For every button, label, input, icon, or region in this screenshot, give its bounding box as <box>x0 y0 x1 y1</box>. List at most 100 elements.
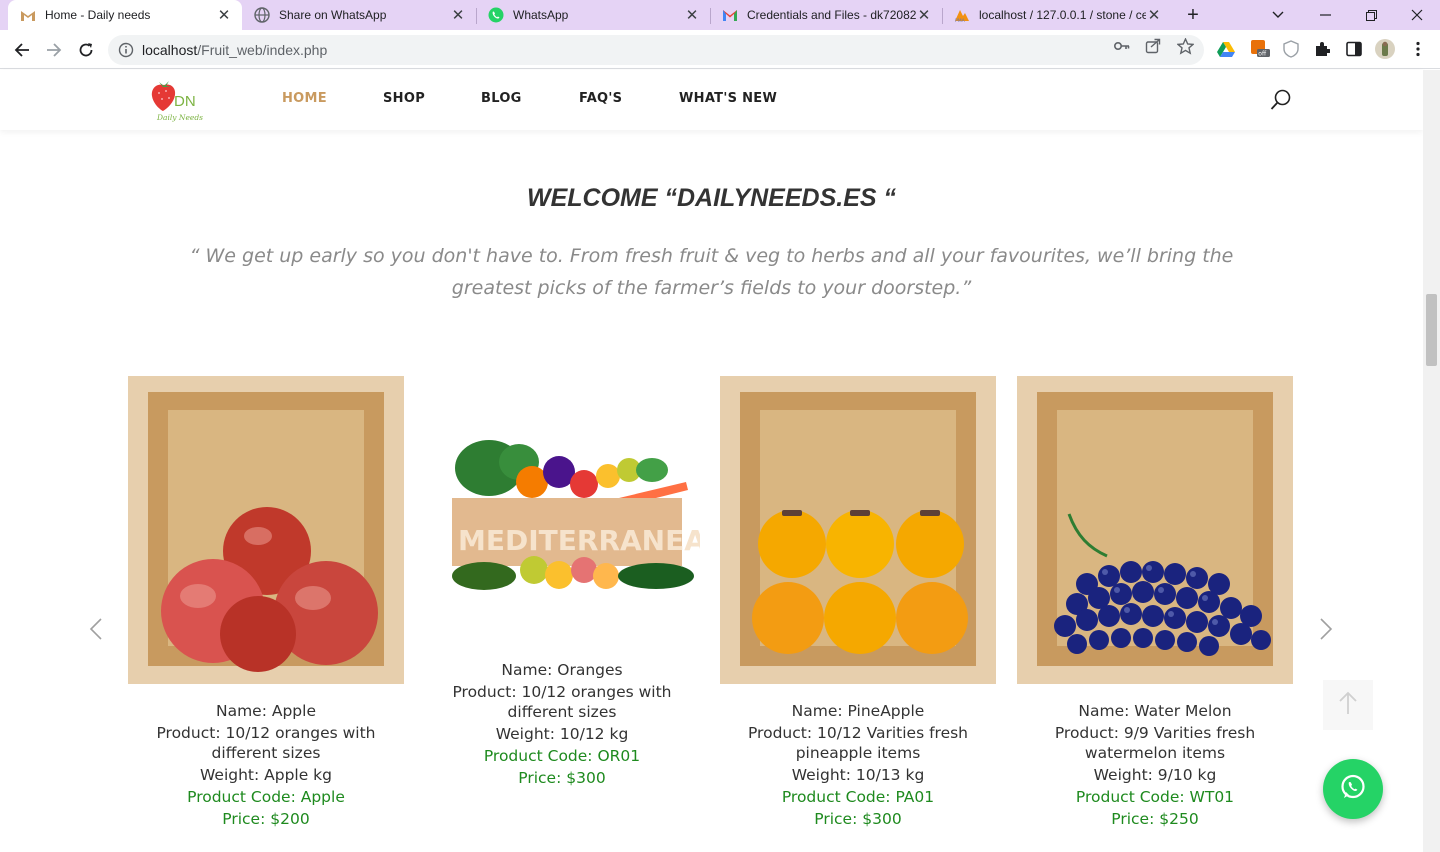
tab-home-daily-needs[interactable]: Home - Daily needs ✕ <box>8 0 242 30</box>
side-panel-icon[interactable] <box>1344 39 1364 59</box>
tab-title: Credentials and Files - dk72082 <box>747 8 916 22</box>
carousel-next-arrow-icon[interactable] <box>1316 615 1336 643</box>
nav-shop[interactable]: SHOP <box>383 91 425 106</box>
share-icon[interactable] <box>1144 37 1162 55</box>
product-price: Price: $300 <box>814 810 902 828</box>
product-description: Product: 10/12 oranges with different si… <box>156 724 376 762</box>
restore-window-icon[interactable] <box>1348 0 1394 30</box>
extension-off-icon[interactable]: off <box>1250 39 1270 59</box>
address-bar[interactable]: localhost/Fruit_web/index.php <box>108 35 1204 65</box>
nav-whats-new[interactable]: WHAT'S NEW <box>679 91 777 106</box>
product-name: Name: Water Melon <box>1078 702 1232 720</box>
logo-text: DN <box>174 93 196 110</box>
product-image-grapes[interactable] <box>1017 376 1293 684</box>
product-info: Name: Water Melon Product: 9/9 Varities … <box>1017 684 1293 829</box>
product-card[interactable]: Name: PineApple Product: 10/12 Varities … <box>720 376 996 831</box>
google-drive-icon[interactable] <box>1216 39 1236 59</box>
extensions-puzzle-icon[interactable] <box>1312 39 1332 59</box>
url-text: localhost/Fruit_web/index.php <box>142 42 327 58</box>
tab-title: Share on WhatsApp <box>279 8 387 22</box>
scrollbar-thumb[interactable] <box>1426 294 1437 366</box>
product-code: Product Code: Apple <box>187 788 345 806</box>
tab-title: Home - Daily needs <box>45 8 151 22</box>
minimize-window-icon[interactable] <box>1302 0 1348 30</box>
product-code: Product Code: WT01 <box>1075 788 1235 806</box>
welcome-tagline: “ We get up early so you don't have to. … <box>189 245 1234 299</box>
product-price: Price: $250 <box>1111 810 1199 828</box>
product-name: Name: PineApple <box>791 702 925 720</box>
site-logo[interactable]: DN Daily Needs <box>150 77 206 123</box>
product-code: Product Code: PA01 <box>781 788 935 806</box>
close-tab-icon[interactable]: ✕ <box>916 7 932 24</box>
profile-avatar[interactable] <box>1375 39 1395 59</box>
product-weight: Weight: 10/12 kg <box>495 725 629 743</box>
tab-phpmyadmin[interactable]: PMA localhost / 127.0.0.1 / stone / ce ✕ <box>942 0 1172 30</box>
carousel-prev-arrow-icon[interactable] <box>86 615 106 643</box>
box-label-text: MEDITERRANEAN <box>458 524 700 557</box>
tab-title: localhost / 127.0.0.1 / stone / ce <box>979 8 1146 22</box>
page-scrollbar[interactable] <box>1423 70 1440 852</box>
url-host: localhost <box>142 42 198 58</box>
nav-blog[interactable]: BLOG <box>481 91 522 106</box>
product-image-pomegranates[interactable] <box>128 376 404 684</box>
product-card[interactable]: MEDITERRANEAN Name: Oranges Product: 10/… <box>424 410 700 790</box>
tab-whatsapp[interactable]: WhatsApp ✕ <box>476 0 710 30</box>
product-info: Name: PineApple Product: 10/12 Varities … <box>720 684 996 829</box>
product-description: Product: 10/12 Varities fresh pineapple … <box>747 724 969 762</box>
product-weight: Weight: 9/10 kg <box>1093 766 1217 784</box>
svg-text:PMA: PMA <box>955 18 966 23</box>
close-tab-icon[interactable]: ✕ <box>450 7 466 24</box>
product-image-mediterranean-box[interactable]: MEDITERRANEAN <box>424 410 700 660</box>
product-description: Product: 10/12 oranges with different si… <box>452 683 672 721</box>
site-header: DN Daily Needs HOME SHOP BLOG FAQ'S WHAT… <box>0 70 1423 130</box>
svg-text:off: off <box>1258 51 1267 58</box>
close-tab-icon[interactable]: ✕ <box>1146 7 1162 24</box>
arrow-up-icon <box>1338 691 1358 720</box>
tab-credentials-and-files[interactable]: Credentials and Files - dk72082 ✕ <box>710 0 942 30</box>
product-weight: Weight: 10/13 kg <box>791 766 925 784</box>
product-code: Product Code: OR01 <box>483 747 641 765</box>
gmail-icon <box>722 7 738 23</box>
nav-home[interactable]: HOME <box>282 91 327 106</box>
close-tab-icon[interactable]: ✕ <box>216 7 232 24</box>
globe-icon <box>254 7 270 23</box>
product-info: Name: Oranges Product: 10/12 oranges wit… <box>424 660 700 788</box>
logo-script: Daily Needs <box>156 113 203 122</box>
product-card[interactable]: Name: Apple Product: 10/12 oranges with … <box>128 376 404 831</box>
search-icon[interactable] <box>1270 89 1292 111</box>
scroll-to-top-button[interactable] <box>1323 680 1373 730</box>
key-icon[interactable] <box>1113 37 1131 55</box>
shield-icon[interactable] <box>1281 39 1301 59</box>
whatsapp-icon <box>1339 773 1367 806</box>
new-tab-button[interactable]: + <box>1181 3 1205 27</box>
forward-button[interactable] <box>40 36 68 64</box>
whatsapp-icon <box>488 7 504 23</box>
browser-toolbar: localhost/Fruit_web/index.php off <box>0 30 1440 69</box>
product-info: Name: Apple Product: 10/12 oranges with … <box>128 684 404 829</box>
gmail-m-icon <box>20 7 36 23</box>
reload-button[interactable] <box>72 36 100 64</box>
product-image-persimmons[interactable] <box>720 376 996 684</box>
back-button[interactable] <box>8 36 36 64</box>
bookmark-star-icon[interactable] <box>1176 37 1194 55</box>
whatsapp-chat-button[interactable] <box>1323 759 1383 819</box>
product-price: Price: $200 <box>222 810 310 828</box>
product-weight: Weight: Apple kg <box>199 766 332 784</box>
site-info-icon[interactable] <box>118 42 134 58</box>
nav-faqs[interactable]: FAQ'S <box>579 91 622 106</box>
tab-search-chevron-icon[interactable] <box>1255 0 1301 30</box>
product-name: Name: Apple <box>215 702 316 720</box>
close-window-icon[interactable] <box>1394 0 1440 30</box>
welcome-title: WELCOME “DAILYNEEDS.ES “ <box>526 184 896 212</box>
product-price: Price: $300 <box>518 769 606 787</box>
browser-menu-icon[interactable] <box>1408 39 1428 59</box>
close-tab-icon[interactable]: ✕ <box>684 7 700 24</box>
phpmyadmin-icon: PMA <box>954 7 970 23</box>
tab-share-on-whatsapp[interactable]: Share on WhatsApp ✕ <box>242 0 476 30</box>
tab-title: WhatsApp <box>513 8 569 22</box>
browser-tab-strip: Home - Daily needs ✕ Share on WhatsApp ✕… <box>0 0 1440 30</box>
url-path: /Fruit_web/index.php <box>197 42 328 58</box>
product-description: Product: 9/9 Varities fresh watermelon i… <box>1054 724 1256 762</box>
product-card[interactable]: Name: Water Melon Product: 9/9 Varities … <box>1017 376 1293 831</box>
product-name: Name: Oranges <box>501 661 623 679</box>
